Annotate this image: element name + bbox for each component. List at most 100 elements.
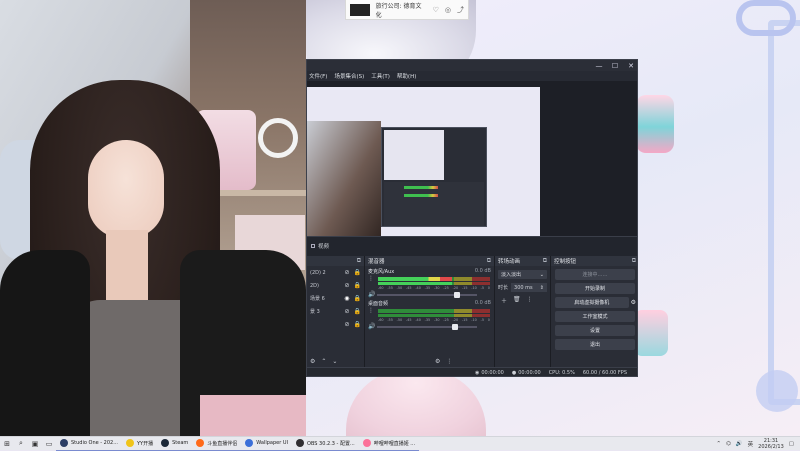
stream-connecting-button[interactable]: 连接中……: [555, 269, 635, 280]
meter-tick-label: -50: [396, 318, 403, 322]
eye-slash-icon[interactable]: ⊘: [344, 321, 349, 328]
move-up-icon[interactable]: ⌃: [321, 358, 326, 365]
scene-item[interactable]: (2D) 2 ⊘ 🔒: [307, 266, 364, 279]
camera-feed: [0, 0, 306, 436]
volume-slider-knob[interactable]: [452, 323, 458, 330]
task-view-icon[interactable]: ▣: [28, 437, 42, 451]
eye-slash-icon[interactable]: ⊘: [344, 282, 349, 289]
dock-undock-icon[interactable]: ⧉: [357, 257, 361, 265]
start-recording-button[interactable]: 开始录制: [555, 283, 635, 294]
meter-tick-label: -20: [452, 286, 459, 290]
move-down-icon[interactable]: ⌄: [332, 358, 337, 365]
taskbar-app[interactable]: Studio One - 202...: [56, 437, 122, 451]
search-icon[interactable]: ⌕: [14, 437, 28, 451]
duration-input[interactable]: 300 ms ⇕: [511, 283, 547, 292]
preview-nested-meter: [404, 186, 438, 189]
wallpaper-paw-decoration: [756, 370, 798, 412]
lock-icon[interactable]: 🔒: [354, 295, 361, 302]
volume-slider[interactable]: [377, 323, 477, 330]
chevron-up-icon[interactable]: ⌃: [716, 441, 721, 447]
lock-icon[interactable]: 🔒: [354, 282, 361, 289]
menu-file[interactable]: 文件(F): [309, 72, 327, 80]
camera-person-neck: [106, 230, 148, 300]
studio-mode-button[interactable]: 工作室模式: [555, 311, 635, 322]
taskbar-app-label: 斗鱼直播伴侣: [207, 440, 238, 447]
menu-tools[interactable]: 工具(T): [371, 72, 390, 80]
mixer-title: 混音器: [368, 259, 385, 265]
menu-scene-collection[interactable]: 场景集合(S): [334, 72, 364, 80]
eye-icon[interactable]: ◉: [344, 295, 349, 302]
meter-tick-label: -10: [471, 318, 477, 322]
more-options-icon[interactable]: ⋮: [527, 296, 533, 305]
add-icon[interactable]: ＋: [501, 296, 507, 305]
gear-icon[interactable]: ⚙: [435, 358, 440, 365]
notification-icon[interactable]: ▢: [789, 441, 794, 447]
speaker-icon[interactable]: 🔊: [368, 291, 375, 298]
chat-icon[interactable]: ◎: [445, 6, 451, 14]
source-toolbar: [307, 236, 637, 256]
meter-tick-label: -30: [433, 286, 440, 290]
lock-icon[interactable]: 🔒: [354, 321, 361, 328]
scene-item[interactable]: 景 3 ⊘ 🔒: [307, 305, 364, 318]
network-icon[interactable]: ⌬: [726, 441, 731, 447]
clock[interactable]: 21:31 2026/2/13: [758, 438, 784, 450]
more-options-icon[interactable]: ⋮: [446, 358, 452, 365]
scenes-dock: ⧉ (2D) 2 ⊘ 🔒 2D) ⊘ 🔒 场景 6 ◉ 🔒 景 3 ⊘ 🔒 ⊘ 🔒 ⚙ ⌃ ⌄: [307, 256, 365, 367]
input-language[interactable]: 英: [748, 440, 754, 448]
preview-nested-meter: [404, 194, 438, 197]
menu-help[interactable]: 帮助(H): [397, 72, 416, 80]
eye-slash-icon[interactable]: ⊘: [344, 269, 349, 276]
start-virtual-camera-button[interactable]: 启动虚拟摄像机: [555, 297, 629, 308]
duration-row: 时长 300 ms ⇕: [498, 283, 547, 292]
lock-icon[interactable]: 🔒: [354, 269, 361, 276]
volume-meter: [378, 277, 490, 281]
app-icon: [362, 439, 371, 447]
notification-text: 旅行公司: 德育文化: [375, 2, 422, 19]
source-item[interactable]: 视频: [311, 242, 329, 250]
file-explorer-icon[interactable]: ▭: [42, 437, 56, 451]
windows-start-icon[interactable]: ⊞: [0, 437, 14, 451]
taskbar-app[interactable]: OBS 30.2.3 - 配置...: [292, 437, 359, 451]
maximize-icon[interactable]: ☐: [607, 62, 623, 70]
scene-item[interactable]: ⊘ 🔒: [307, 318, 364, 331]
obs-titlebar[interactable]: — ☐ ✕: [307, 60, 637, 71]
taskbar-app[interactable]: 斗鱼直播伴侣: [192, 437, 242, 451]
obs-window[interactable]: — ☐ ✕ 文件(F) 场景集合(S) 工具(T) 帮助(H) 视频 ⧉ (2D…: [306, 59, 638, 377]
minimize-icon[interactable]: —: [591, 62, 607, 70]
taskbar-app[interactable]: Steam: [157, 437, 193, 451]
speaker-icon[interactable]: 🔊: [368, 323, 375, 330]
gear-icon[interactable]: ⚙: [310, 358, 315, 365]
obs-preview[interactable]: [307, 81, 637, 252]
taskbar-app[interactable]: YY开播: [122, 437, 158, 451]
taskbar-app[interactable]: 哔哩哔哩直播姬 ...: [358, 437, 420, 451]
close-icon[interactable]: ✕: [623, 62, 637, 70]
cpu-usage: CPU: 0.5%: [548, 370, 575, 376]
scene-item[interactable]: 2D) ⊘ 🔒: [307, 279, 364, 292]
spinner-icon[interactable]: ⇕: [540, 285, 544, 291]
settings-button[interactable]: 设置: [555, 325, 635, 336]
eye-slash-icon[interactable]: ⊘: [344, 308, 349, 315]
mixer-channel: 麦克风/Aux 0.0 dB ⋮ -60 -55 -50 -45 -40 -35 -30 -25 -2…: [365, 266, 494, 298]
gear-icon[interactable]: ⚙: [631, 299, 636, 306]
stream-status: ◉ 00:00:00: [475, 370, 504, 376]
system-tray: ⌃ ⌬ 🔊 英 21:31 2026/2/13 ▢: [716, 438, 800, 450]
taskbar-app-label: Wallpaper UI: [256, 440, 289, 446]
dock-undock-icon[interactable]: ⧉: [487, 257, 491, 265]
speaker-icon[interactable]: 🔊: [736, 441, 743, 447]
trash-icon[interactable]: 🗑: [513, 296, 521, 305]
share-icon[interactable]: ⤴: [457, 5, 464, 15]
notification-card[interactable]: 旅行公司: 德育文化 ♡ ◎ ⤴: [345, 0, 469, 20]
volume-meter-fill: [378, 282, 452, 285]
scene-transitions-dock: 转场动画 ⧉ 淡入淡出 ⌄ 时长 300 ms ⇕ ＋ 🗑 ⋮: [495, 256, 551, 367]
taskbar-app[interactable]: Wallpaper UI: [241, 437, 293, 451]
scene-item[interactable]: 场景 6 ◉ 🔒: [307, 292, 364, 305]
dock-undock-icon[interactable]: ⧉: [543, 257, 547, 265]
volume-slider[interactable]: [377, 291, 477, 298]
volume-slider-knob[interactable]: [454, 291, 460, 298]
transition-select[interactable]: 淡入淡出 ⌄: [498, 270, 547, 279]
scene-item-label: 景 3: [310, 309, 320, 315]
dock-undock-icon[interactable]: ⧉: [632, 257, 636, 265]
lock-icon[interactable]: 🔒: [354, 308, 361, 315]
heart-icon[interactable]: ♡: [433, 6, 439, 14]
exit-button[interactable]: 退出: [555, 339, 635, 350]
